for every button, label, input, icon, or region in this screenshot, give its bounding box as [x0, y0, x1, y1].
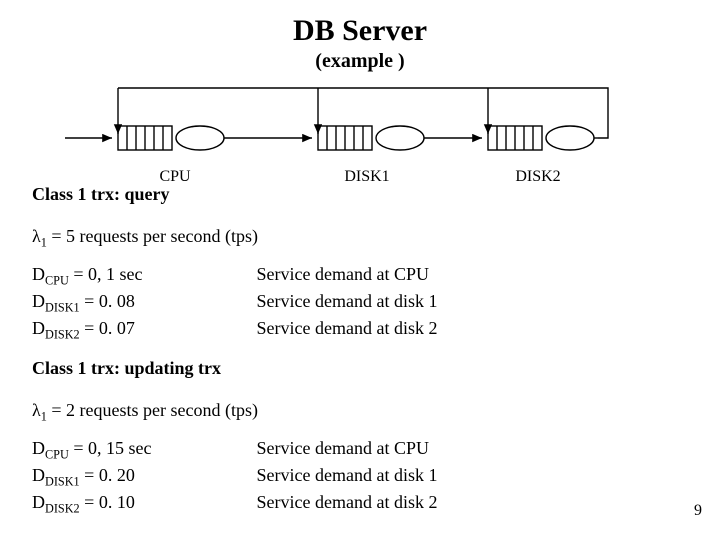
class2-heading: Class 1 trx: updating trx: [32, 358, 221, 379]
page-title: DB Server: [0, 14, 720, 48]
d-letter: D: [32, 465, 45, 485]
d-val: = 0. 08: [80, 291, 135, 311]
d-sub: CPU: [45, 448, 69, 462]
lambda-symbol: λ: [32, 226, 41, 246]
class2-demands: DCPU = 0, 15 sec Service demand at CPU D…: [32, 436, 437, 517]
d-letter: D: [32, 264, 45, 284]
d-letter: D: [32, 318, 45, 338]
demand-row: DDISK1 = 0. 08 Service demand at disk 1: [32, 289, 437, 316]
page-subtitle: (example ): [0, 50, 720, 73]
d-desc: Service demand at disk 1: [257, 465, 438, 485]
d-desc: Service demand at disk 1: [257, 291, 438, 311]
class1-lambda: λ1 = 5 requests per second (tps): [32, 226, 258, 251]
d-letter: D: [32, 291, 45, 311]
page-number: 9: [694, 502, 702, 520]
demand-row: DDISK1 = 0. 20 Service demand at disk 1: [32, 463, 437, 490]
demand-row: DDISK2 = 0. 10 Service demand at disk 2: [32, 490, 437, 517]
lambda-rest: = 2 requests per second (tps): [47, 400, 258, 420]
d-val: = 0. 10: [80, 492, 135, 512]
d-desc: Service demand at disk 2: [257, 492, 438, 512]
d-desc: Service demand at CPU: [257, 438, 429, 458]
d-val: = 0. 07: [80, 318, 135, 338]
d-val: = 0, 15 sec: [69, 438, 152, 458]
class1-heading: Class 1 trx: query: [32, 184, 170, 205]
disk1-label: DISK1: [332, 168, 402, 186]
class2-lambda: λ1 = 2 requests per second (tps): [32, 400, 258, 425]
d-desc: Service demand at disk 2: [257, 318, 438, 338]
d-desc: Service demand at CPU: [257, 264, 429, 284]
d-sub: DISK2: [45, 502, 80, 516]
d-sub: CPU: [45, 274, 69, 288]
d-letter: D: [32, 492, 45, 512]
d-sub: DISK1: [45, 301, 80, 315]
d-letter: D: [32, 438, 45, 458]
d-sub: DISK1: [45, 475, 80, 489]
slide: DB Server (example ): [0, 0, 720, 540]
demand-row: DDISK2 = 0. 07 Service demand at disk 2: [32, 316, 437, 343]
disk2-label: DISK2: [503, 168, 573, 186]
demand-row: DCPU = 0, 15 sec Service demand at CPU: [32, 436, 437, 463]
lambda-rest: = 5 requests per second (tps): [47, 226, 258, 246]
d-val: = 0, 1 sec: [69, 264, 143, 284]
d-sub: DISK2: [45, 328, 80, 342]
d-val: = 0. 20: [80, 465, 135, 485]
demand-row: DCPU = 0, 1 sec Service demand at CPU: [32, 262, 437, 289]
class1-demands: DCPU = 0, 1 sec Service demand at CPU DD…: [32, 262, 437, 343]
lambda-symbol: λ: [32, 400, 41, 420]
